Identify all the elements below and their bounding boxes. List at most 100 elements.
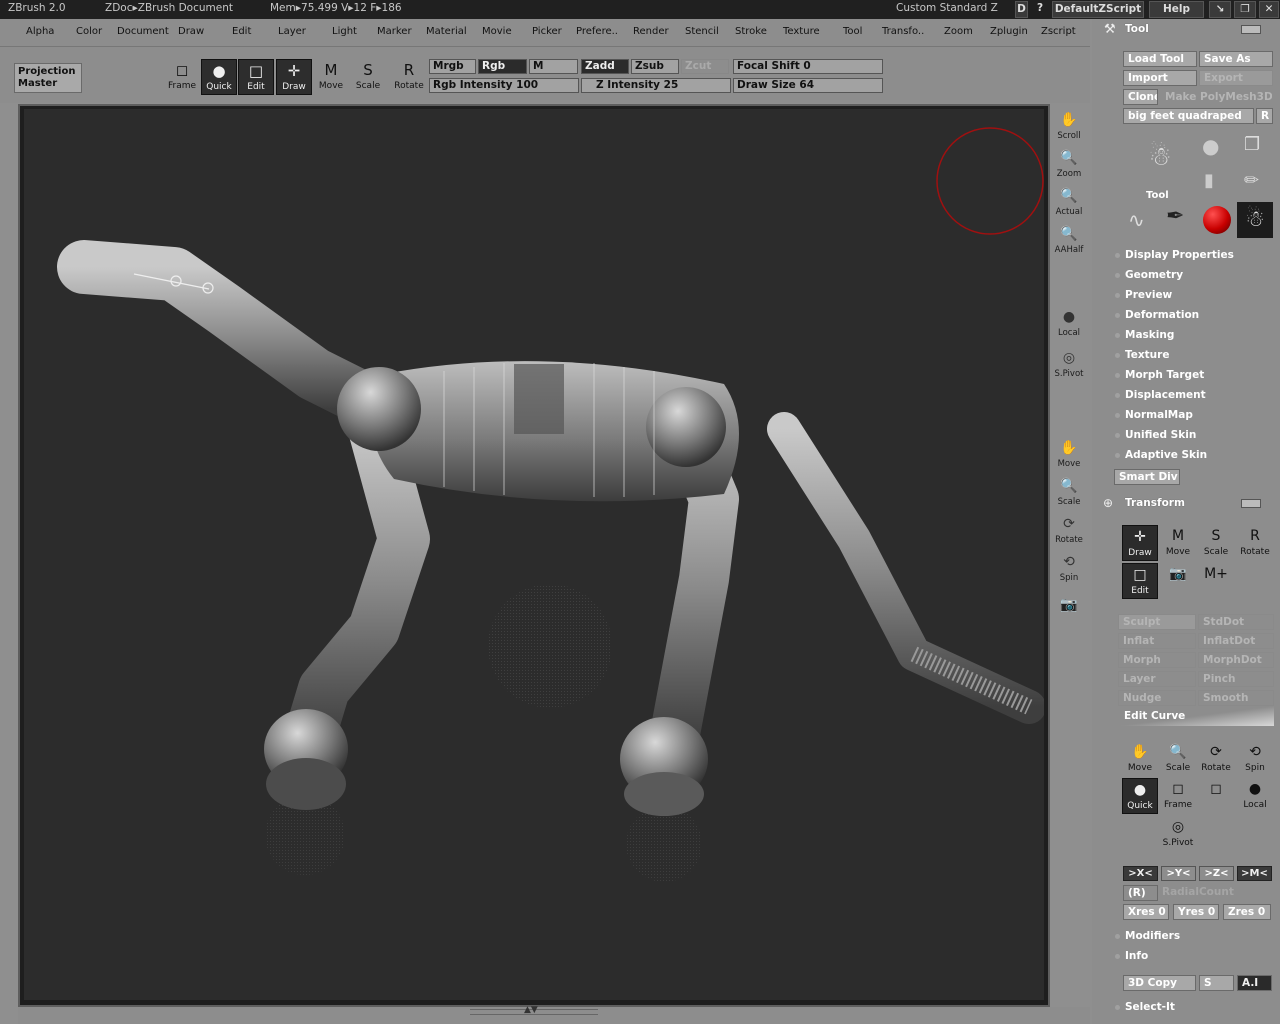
transform-draw-button[interactable]: ✛ Draw xyxy=(1122,525,1158,561)
unified-skin-section[interactable]: Unified Skin xyxy=(1125,429,1196,441)
menu-stroke[interactable]: Stroke xyxy=(735,26,767,37)
radial-count-label[interactable]: RadialCount xyxy=(1162,886,1234,898)
zres-slider[interactable]: Zres 0 xyxy=(1223,904,1271,920)
zoom-button[interactable]: 🔍 Zoom xyxy=(1052,147,1086,181)
help-question-button[interactable]: ? xyxy=(1033,1,1047,18)
sphere-tool-icon[interactable]: ● xyxy=(1202,134,1219,158)
adaptive-skin-section[interactable]: Adaptive Skin xyxy=(1125,449,1207,461)
displacement-section[interactable]: Displacement xyxy=(1125,389,1206,401)
z-symmetry-button[interactable]: >Z< xyxy=(1199,866,1234,881)
menu-document[interactable]: Document xyxy=(117,26,169,37)
close-icon[interactable]: ✕ xyxy=(1259,1,1279,18)
select-it-section[interactable]: Select-It xyxy=(1125,1001,1175,1013)
quick-button[interactable]: ● Quick xyxy=(201,59,237,95)
s-button[interactable]: S xyxy=(1199,975,1234,991)
morph-brush[interactable]: Morph xyxy=(1118,652,1196,668)
save-as-button[interactable]: Save As xyxy=(1199,51,1273,67)
menu-material[interactable]: Material xyxy=(426,26,467,37)
menu-texture[interactable]: Texture xyxy=(783,26,820,37)
curve-move-button[interactable]: ✋ Move xyxy=(1122,741,1158,777)
m-button[interactable]: M xyxy=(529,59,578,74)
tray-toggle-icon[interactable]: ▲▼ xyxy=(524,1005,538,1015)
menu-zplugin[interactable]: Zplugin xyxy=(990,26,1028,37)
scale-button[interactable]: S Scale xyxy=(350,59,386,95)
menu-edit[interactable]: Edit xyxy=(232,26,251,37)
pen-tool-icon[interactable]: ✒ xyxy=(1166,204,1184,229)
menu-transform[interactable]: Transfo.. xyxy=(882,26,924,37)
current-tool-thumbnail-icon[interactable]: ☃ xyxy=(1138,142,1182,192)
z-intensity-slider[interactable]: Z Intensity 25 xyxy=(581,78,731,93)
preview-section[interactable]: Preview xyxy=(1125,289,1172,301)
export-button[interactable]: Export xyxy=(1199,70,1273,86)
viewport-scale-button[interactable]: 🔍 Scale xyxy=(1052,475,1086,509)
normalmap-section[interactable]: NormalMap xyxy=(1125,409,1193,421)
menu-preferences[interactable]: Prefere.. xyxy=(576,26,618,37)
clone-button[interactable]: Clone xyxy=(1123,89,1158,105)
scroll-button[interactable]: ✋ Scroll xyxy=(1052,109,1086,143)
zsub-button[interactable]: Zsub xyxy=(631,59,679,74)
selected-tool-icon[interactable]: ☃ xyxy=(1237,202,1273,238)
canvas[interactable] xyxy=(24,109,1046,1000)
snapshot-button[interactable]: 📷 xyxy=(1052,594,1086,628)
menu-layer[interactable]: Layer xyxy=(278,26,306,37)
stddot-brush[interactable]: StdDot xyxy=(1198,614,1274,630)
layer-brush[interactable]: Layer xyxy=(1118,671,1196,687)
rotate-button[interactable]: R Rotate xyxy=(391,59,427,95)
menu-light[interactable]: Light xyxy=(332,26,357,37)
load-tool-button[interactable]: Load Tool xyxy=(1123,51,1197,67)
focal-shift-slider[interactable]: Focal Shift 0 xyxy=(733,59,883,74)
transform-scale-button[interactable]: S Scale xyxy=(1198,525,1234,561)
cube-view-button[interactable]: ◻ xyxy=(1198,778,1234,814)
default-zscript-button[interactable]: DefaultZScript xyxy=(1052,1,1144,18)
help-button[interactable]: Help xyxy=(1149,1,1204,18)
actual-button[interactable]: 🔍 Actual xyxy=(1052,185,1086,219)
cylinder-tool-icon[interactable]: ▮ xyxy=(1204,170,1214,191)
zadd-button[interactable]: Zadd xyxy=(581,59,629,74)
xres-slider[interactable]: Xres 0 xyxy=(1123,904,1169,920)
transform-palette-toggle[interactable] xyxy=(1241,499,1261,508)
curve-scale-button[interactable]: 🔍 Scale xyxy=(1160,741,1196,777)
menu-alpha[interactable]: Alpha xyxy=(26,26,54,37)
red-sphere-material-icon[interactable] xyxy=(1203,206,1231,234)
y-symmetry-button[interactable]: >Y< xyxy=(1161,866,1196,881)
rgb-intensity-slider[interactable]: Rgb Intensity 100 xyxy=(429,78,579,93)
menu-render[interactable]: Render xyxy=(633,26,669,37)
brush-tool-icon[interactable]: ✏ xyxy=(1244,170,1259,191)
curve-tool-icon[interactable]: ∿ xyxy=(1128,208,1145,232)
transform-rotate-button[interactable]: R Rotate xyxy=(1237,525,1273,561)
menu-zscript[interactable]: Zscript xyxy=(1041,26,1076,37)
masking-section[interactable]: Masking xyxy=(1125,329,1174,341)
menu-color[interactable]: Color xyxy=(76,26,102,37)
edit-button[interactable]: □ Edit xyxy=(238,59,274,95)
smooth-brush[interactable]: Smooth xyxy=(1198,690,1274,706)
minimize-icon[interactable]: ↘ xyxy=(1209,1,1231,18)
info-section[interactable]: Info xyxy=(1125,950,1148,962)
layers-tool-icon[interactable]: ❐ xyxy=(1244,134,1260,155)
menu-tool[interactable]: Tool xyxy=(843,26,862,37)
x-symmetry-button[interactable]: >X< xyxy=(1123,866,1158,881)
viewport-spin-button[interactable]: ⟲ Spin xyxy=(1052,551,1086,585)
curve-spin-button[interactable]: ⟲ Spin xyxy=(1237,741,1273,777)
transform-snapshot-button[interactable]: 📷 xyxy=(1160,563,1196,599)
curve-quick-button[interactable]: ● Quick xyxy=(1122,778,1158,814)
curve-local-button[interactable]: ● Local xyxy=(1237,778,1273,814)
rgb-button[interactable]: Rgb xyxy=(478,59,527,74)
menu-stencil[interactable]: Stencil xyxy=(685,26,719,37)
viewport-move-button[interactable]: ✋ Move xyxy=(1052,437,1086,471)
geometry-section[interactable]: Geometry xyxy=(1125,269,1183,281)
projection-master-button[interactable]: Projection Master xyxy=(14,63,82,93)
tool-r-button[interactable]: R xyxy=(1256,108,1273,124)
layout-default-button[interactable]: D xyxy=(1015,1,1028,18)
texture-section[interactable]: Texture xyxy=(1125,349,1169,361)
menu-picker[interactable]: Picker xyxy=(532,26,562,37)
deformation-section[interactable]: Deformation xyxy=(1125,309,1199,321)
curve-rotate-button[interactable]: ⟳ Rotate xyxy=(1198,741,1234,777)
morphdot-brush[interactable]: MorphDot xyxy=(1198,652,1274,668)
3d-copy-button[interactable]: 3D Copy xyxy=(1123,975,1196,991)
current-tool-name[interactable]: big feet quadraped xyxy=(1123,108,1254,124)
draw-button[interactable]: ✛ Draw xyxy=(276,59,312,95)
tool-dropdown-label[interactable]: Tool xyxy=(1146,190,1169,201)
smart-div-button[interactable]: Smart Div xyxy=(1114,469,1180,485)
m-symmetry-button[interactable]: >M< xyxy=(1237,866,1272,881)
yres-slider[interactable]: Yres 0 xyxy=(1173,904,1219,920)
